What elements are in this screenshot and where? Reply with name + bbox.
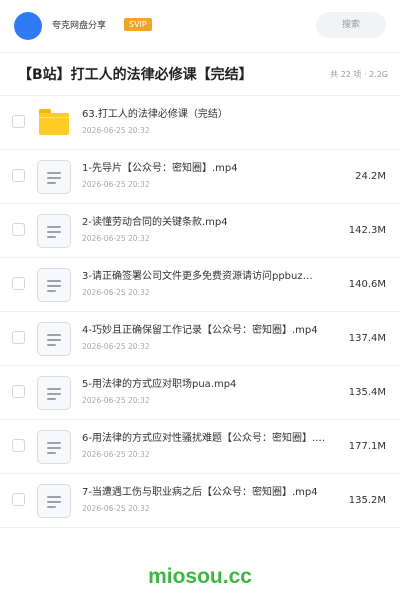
file-row[interactable]: 6-用法律的方式应对性骚扰难题【公众号：密知圈】.… 2026-06-25 20… bbox=[0, 420, 400, 474]
file-icon bbox=[37, 160, 71, 194]
file-size: 137.4M bbox=[348, 333, 386, 344]
file-row[interactable]: 5-用法律的方式应对职场pua.mp4 2026-06-25 20:32 135… bbox=[0, 366, 400, 420]
row-checkbox[interactable] bbox=[12, 115, 25, 128]
file-name: 5-用法律的方式应对职场pua.mp4 bbox=[82, 379, 237, 390]
row-checkbox[interactable] bbox=[12, 493, 25, 506]
folder-icon bbox=[37, 106, 71, 140]
file-size: 177.1M bbox=[348, 441, 386, 452]
file-name: 63.打工人的法律必修课（完结） bbox=[82, 109, 228, 120]
file-icon bbox=[37, 268, 71, 302]
row-checkbox[interactable] bbox=[12, 385, 25, 398]
file-name: 2-读懂劳动合同的关键条款.mp4 bbox=[82, 217, 228, 228]
file-date: 2026-06-25 20:32 bbox=[82, 180, 150, 189]
file-list: 63.打工人的法律必修课（完结） 2026-06-25 20:32 1-先导片【… bbox=[0, 96, 400, 556]
folder-meta: 共 22 项 · 2.2G bbox=[330, 70, 388, 79]
file-date: 2026-06-25 20:32 bbox=[82, 396, 150, 405]
file-size: 24.2M bbox=[355, 171, 386, 182]
file-size: 142.3M bbox=[348, 225, 386, 236]
file-name: 3-请正确签署公司文件更多免费资源请访问ppbuz… bbox=[82, 271, 313, 282]
file-icon bbox=[37, 322, 71, 356]
watermark: miosou.cc bbox=[148, 565, 252, 588]
folder-row[interactable]: 63.打工人的法律必修课（完结） 2026-06-25 20:32 bbox=[0, 96, 400, 150]
file-name: 6-用法律的方式应对性骚扰难题【公众号：密知圈】.… bbox=[82, 433, 326, 444]
file-icon bbox=[37, 484, 71, 518]
file-name: 4-巧妙且正确保留工作记录【公众号：密知圈】.mp4 bbox=[82, 325, 318, 336]
folder-header: 【B站】打工人的法律必修课【完结】 共 22 项 · 2.2G bbox=[0, 53, 400, 95]
file-size: 135.2M bbox=[348, 495, 386, 506]
search-input[interactable] bbox=[316, 12, 386, 38]
file-date: 2026-06-25 20:32 bbox=[82, 288, 150, 297]
file-date: 2026-06-25 20:32 bbox=[82, 450, 150, 459]
app-name: 夸克网盘分享 bbox=[52, 21, 107, 31]
file-icon bbox=[37, 376, 71, 410]
file-name: 1-先导片【公众号：密知圈】.mp4 bbox=[82, 163, 238, 174]
file-date: 2026-06-25 20:32 bbox=[82, 504, 150, 513]
row-checkbox[interactable] bbox=[12, 223, 25, 236]
file-date: 2026-06-25 20:32 bbox=[82, 126, 150, 135]
file-size: 140.6M bbox=[348, 279, 386, 290]
file-row[interactable]: 7-当遭遇工伤与职业病之后【公众号：密知圈】.mp4 2026-06-25 20… bbox=[0, 474, 400, 528]
file-date: 2026-06-25 20:32 bbox=[82, 234, 150, 243]
row-checkbox[interactable] bbox=[12, 331, 25, 344]
row-checkbox[interactable] bbox=[12, 169, 25, 182]
file-name: 7-当遭遇工伤与职业病之后【公众号：密知圈】.mp4 bbox=[82, 487, 318, 498]
file-row[interactable]: 1-先导片【公众号：密知圈】.mp4 2026-06-25 20:32 24.2… bbox=[0, 150, 400, 204]
file-row[interactable]: 4-巧妙且正确保留工作记录【公众号：密知圈】.mp4 2026-06-25 20… bbox=[0, 312, 400, 366]
row-checkbox[interactable] bbox=[12, 439, 25, 452]
file-icon bbox=[37, 214, 71, 248]
avatar[interactable] bbox=[14, 12, 42, 40]
file-size: 135.4M bbox=[348, 387, 386, 398]
file-date: 2026-06-25 20:32 bbox=[82, 342, 150, 351]
vip-badge: SVIP bbox=[124, 18, 152, 31]
file-icon bbox=[37, 430, 71, 464]
file-row[interactable]: 2-读懂劳动合同的关键条款.mp4 2026-06-25 20:32 142.3… bbox=[0, 204, 400, 258]
row-checkbox[interactable] bbox=[12, 277, 25, 290]
page-title: 【B站】打工人的法律必修课【完结】 bbox=[18, 67, 253, 83]
file-row[interactable]: 3-请正确签署公司文件更多免费资源请访问ppbuz… 2026-06-25 20… bbox=[0, 258, 400, 312]
top-bar: 夸克网盘分享 SVIP bbox=[0, 0, 400, 52]
